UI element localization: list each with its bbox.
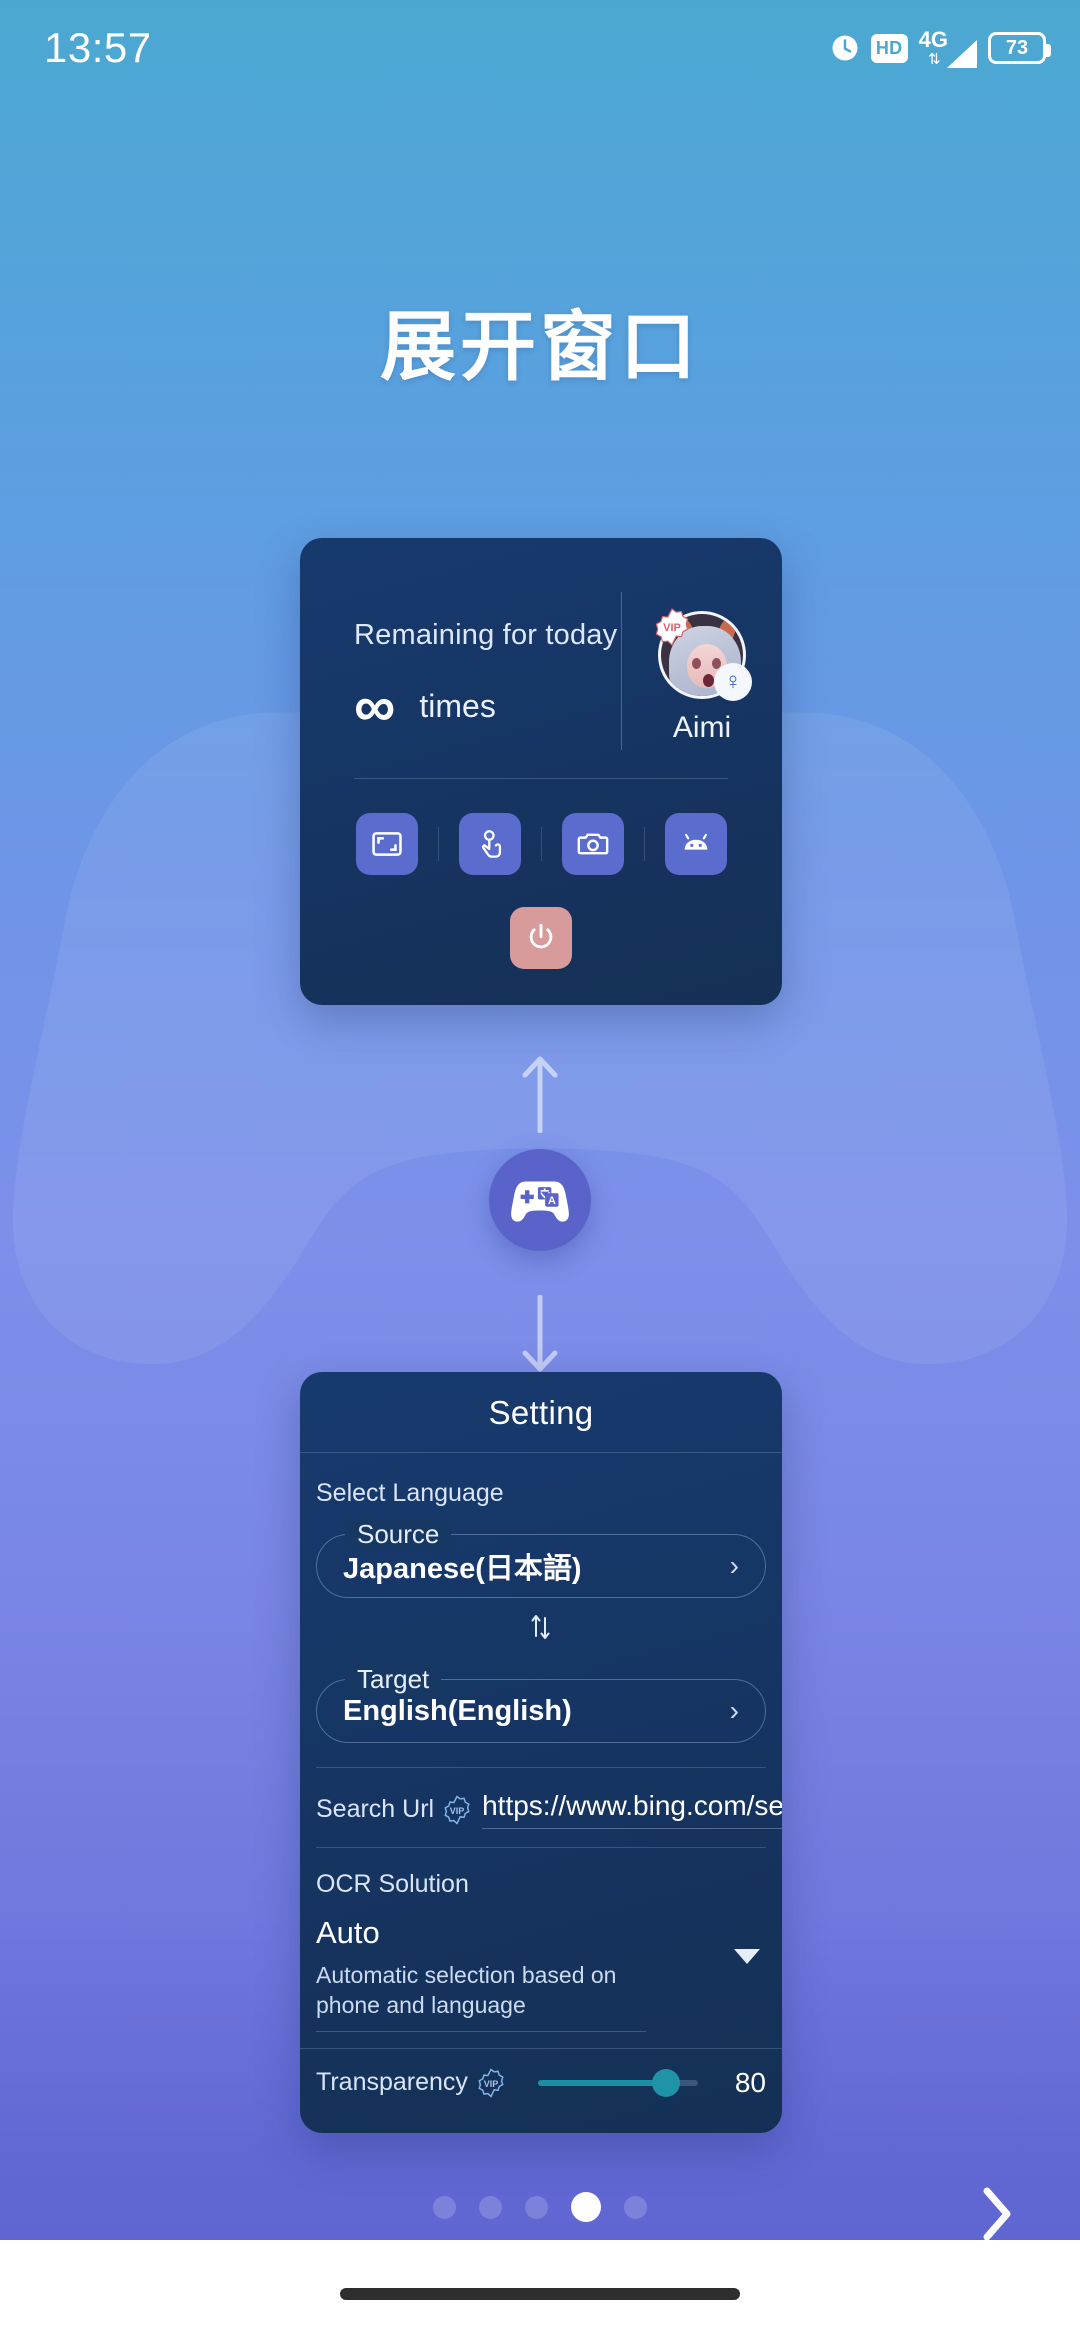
widget-header: Remaining for today ∞ times VIP ♀ Aimi	[300, 538, 782, 778]
ocr-selected-value: Auto	[316, 1915, 380, 1950]
ocr-selected-wrap: Auto Automatic selection based on phone …	[316, 1915, 734, 2032]
android-icon	[684, 833, 707, 850]
camera-translate-button[interactable]	[561, 813, 624, 875]
vip-badge-icon: VIP	[444, 1794, 470, 1825]
source-language-field[interactable]: Source Japanese(日本語) ›	[316, 1519, 766, 1598]
hd-call-icon: HD	[870, 33, 908, 63]
ocr-solution-label: OCR Solution	[316, 1870, 469, 1898]
page-dot[interactable]	[433, 2195, 456, 2219]
search-url-row[interactable]: Search Url VIP https://www.bing.com/sear…	[300, 1768, 782, 1847]
flow-arrow-up	[0, 1055, 1080, 1138]
remaining-count-row: ∞ times	[354, 673, 621, 739]
chevron-down-icon[interactable]	[734, 1949, 760, 1964]
page-indicator	[0, 2192, 1080, 2222]
action-separator	[540, 827, 542, 861]
chevron-right-icon	[983, 2187, 1011, 2241]
page-title: 展开窗口	[380, 305, 700, 390]
page-dot[interactable]	[624, 2195, 647, 2219]
transparency-slider[interactable]	[537, 2068, 698, 2097]
setting-header-title: Setting	[300, 1372, 782, 1453]
ocr-selected-description: Automatic selection based on phone and l…	[316, 1961, 646, 2032]
swap-languages-button[interactable]	[300, 1598, 782, 1653]
transparency-label: Transparency	[316, 2068, 468, 2097]
battery-icon: 73	[988, 32, 1051, 64]
network-type-label: 4G	[918, 26, 948, 52]
touch-tap-icon	[481, 830, 501, 858]
user-profile[interactable]: VIP ♀ Aimi	[622, 608, 782, 745]
svg-text:A: A	[548, 1195, 556, 1207]
count-unit-label: times	[419, 688, 496, 724]
search-url-input[interactable]: https://www.bing.com/search	[482, 1790, 782, 1829]
svg-text:VIP: VIP	[484, 2079, 499, 2089]
source-language-value: Japanese(日本語)	[343, 1553, 582, 1585]
action-separator	[437, 827, 439, 861]
target-language-field[interactable]: Target English(English) ›	[316, 1664, 766, 1743]
target-language-value: English(English)	[343, 1694, 572, 1727]
swap-vertical-icon	[531, 1615, 550, 1639]
remaining-label: Remaining for today	[354, 618, 618, 651]
select-language-label: Select Language	[316, 1479, 504, 1507]
setting-card: Setting Select Language Source Japanese(…	[300, 1372, 782, 2133]
svg-text:VIP: VIP	[663, 622, 681, 634]
status-icons: HD 4G ⇅ 73	[830, 26, 1051, 68]
page-dot[interactable]	[525, 2195, 548, 2219]
widget-action-bar	[300, 779, 782, 875]
battery-level-label: 73	[1005, 37, 1029, 59]
app-logo-button[interactable]: A	[489, 1149, 591, 1251]
camera-icon	[577, 833, 608, 855]
floating-widget-card: Remaining for today ∞ times VIP ♀ Aimi	[300, 538, 782, 1005]
chevron-right-icon: ›	[729, 1550, 739, 1581]
phone-screen: 13:57 HD 4G ⇅ 73 展开窗口 Remaining for toda…	[0, 0, 1080, 2340]
transparency-row[interactable]: Transparency VIP 80	[300, 2047, 782, 2123]
status-clock: 13:57	[44, 24, 152, 71]
setting-body: Select Language Source Japanese(日本語) › T…	[300, 1453, 782, 2133]
widget-usage-info: Remaining for today ∞ times	[300, 619, 621, 736]
user-name: Aimi	[672, 711, 732, 744]
transparency-value: 80	[734, 2066, 766, 2098]
touch-translate-button[interactable]	[458, 813, 521, 875]
avatar-mouth	[703, 674, 714, 687]
network-indicator: 4G ⇅	[918, 26, 977, 68]
gamepad-translate-logo-icon: A	[511, 1181, 569, 1222]
infinity-count: ∞	[354, 673, 395, 739]
target-legend: Target	[345, 1664, 442, 1695]
chevron-right-icon: ›	[729, 1695, 739, 1726]
system-navigation-bar	[0, 2240, 1080, 2340]
resize-window-icon	[371, 832, 402, 856]
gesture-home-pill[interactable]	[340, 2288, 740, 2300]
arrow-down-icon	[522, 1295, 558, 1372]
source-legend: Source	[345, 1519, 452, 1550]
signal-bars-icon	[947, 39, 977, 68]
avatar-wrapper[interactable]: VIP ♀	[655, 608, 752, 701]
resize-window-button[interactable]	[355, 813, 418, 875]
search-url-label: Search Url	[316, 1795, 435, 1823]
data-transfer-arrows-icon: ⇅	[928, 50, 941, 68]
android-system-button[interactable]	[664, 813, 727, 875]
gender-female-icon: ♀	[714, 663, 752, 701]
power-icon	[529, 923, 553, 949]
vip-badge-icon: VIP	[478, 2068, 504, 2098]
page-dot[interactable]	[479, 2195, 502, 2219]
page-dot-active[interactable]	[571, 2192, 601, 2222]
status-bar: 13:57 HD 4G ⇅ 73	[0, 0, 1080, 96]
svg-text:VIP: VIP	[450, 1805, 465, 1815]
avatar-eye-left	[692, 658, 701, 669]
power-row	[300, 875, 782, 969]
action-separator	[643, 827, 645, 861]
transparency-slider-thumb[interactable]	[651, 2068, 680, 2097]
alarm-clock-icon	[832, 35, 858, 61]
power-button[interactable]	[510, 907, 572, 969]
transparency-slider-fill	[537, 2079, 666, 2086]
vip-badge-icon: VIP	[652, 607, 692, 647]
flow-arrow-down	[0, 1295, 1080, 1378]
arrow-up-icon	[522, 1056, 558, 1133]
ocr-solution-dropdown[interactable]: Auto Automatic selection based on phone …	[300, 1899, 782, 2042]
